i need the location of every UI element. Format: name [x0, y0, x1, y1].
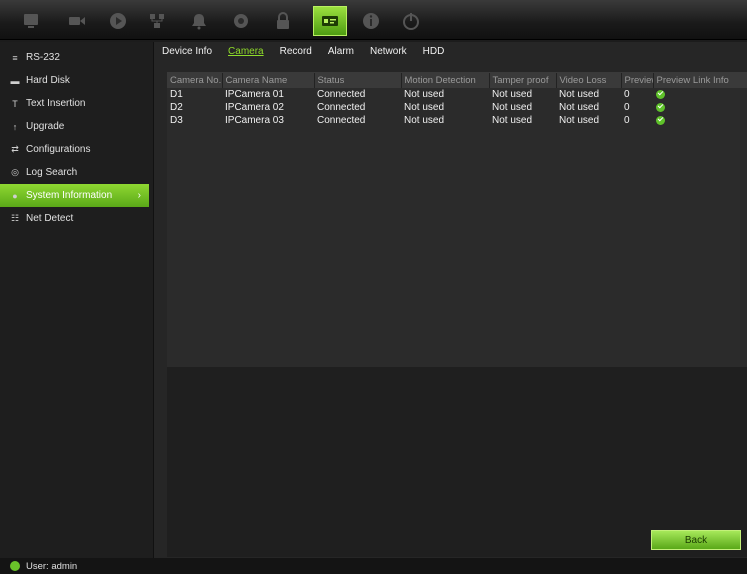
table-empty-area [167, 367, 747, 557]
text-insertion-icon: T [12, 98, 18, 109]
check-ok-icon[interactable] [656, 102, 665, 112]
info-icon[interactable] [356, 8, 386, 34]
cell-motion-detection: Not used [404, 115, 445, 126]
sidebar-item-net-detect[interactable]: ☷ Net Detect [0, 207, 153, 230]
cell-video-loss: Not used [559, 89, 600, 100]
sidebar-item-upgrade[interactable]: ↑ Upgrade [0, 115, 153, 138]
main-panel: Device Info Camera Record Alarm Network … [153, 42, 747, 558]
cell-motion-detection: Not used [404, 89, 445, 100]
tab-device-info[interactable]: Device Info [154, 42, 220, 62]
sidebar-item-label: Configurations [26, 144, 91, 155]
table-row[interactable]: D3 IPCamera 03 Connected Not used Not us… [167, 114, 747, 127]
cell-camera-no: D3 [170, 115, 183, 126]
device-management-icon[interactable] [313, 6, 347, 36]
back-button[interactable]: Back [651, 530, 741, 550]
log-search-icon: ◎ [11, 167, 19, 177]
sidebar-item-text-insertion[interactable]: T Text Insertion [0, 92, 153, 115]
user-status-icon [10, 561, 20, 571]
column-header[interactable]: Camera Name [222, 73, 315, 88]
cell-preview: 0 [624, 89, 630, 100]
tab-network[interactable]: Network [362, 42, 415, 62]
cell-status: Connected [317, 89, 366, 100]
table-row[interactable]: D2 IPCamera 02 Connected Not used Not us… [167, 101, 747, 114]
camera-info-table: Camera No. Camera Name Status Motion Det… [167, 72, 747, 367]
recording-icon[interactable] [226, 8, 256, 34]
camera-icon[interactable] [62, 8, 92, 34]
cell-camera-no: D1 [170, 89, 183, 100]
cell-camera-name: IPCamera 01 [225, 89, 284, 100]
cell-status: Connected [317, 115, 366, 126]
sidebar-item-label: RS-232 [26, 52, 60, 63]
column-header[interactable]: Preview [621, 73, 654, 88]
cell-preview: 0 [624, 115, 630, 126]
sidebar-item-configurations[interactable]: ⇄ Configurations [0, 138, 153, 161]
cell-preview: 0 [624, 102, 630, 113]
sidebar-item-label: Text Insertion [26, 98, 86, 109]
tab-camera[interactable]: Camera [220, 42, 272, 62]
sidebar-item-label: Hard Disk [26, 75, 70, 86]
sidebar-item-hard-disk[interactable]: ▬ Hard Disk [0, 69, 153, 92]
check-ok-icon[interactable] [656, 115, 665, 125]
sidebar-item-label: Net Detect [26, 213, 74, 224]
cell-video-loss: Not used [559, 115, 600, 126]
tab-alarm[interactable]: Alarm [320, 42, 362, 62]
tab-hdd[interactable]: HDD [415, 42, 453, 62]
sidebar-item-label: Log Search [26, 167, 78, 178]
sidebar-item-label: System Information [26, 190, 113, 201]
serial-port-icon: ≡ [12, 52, 18, 63]
column-header[interactable]: Tamper proof [489, 73, 557, 88]
hard-disk-icon: ▬ [10, 75, 20, 86]
table-row[interactable]: D1 IPCamera 01 Connected Not used Not us… [167, 88, 747, 101]
chevron-right-icon: › [137, 190, 141, 201]
cell-camera-name: IPCamera 02 [225, 102, 284, 113]
column-header[interactable]: Status [314, 73, 402, 88]
power-icon[interactable] [396, 8, 426, 34]
upgrade-icon: ↑ [12, 121, 18, 132]
tab-bar: Device Info Camera Record Alarm Network … [154, 42, 747, 62]
configurations-icon: ⇄ [11, 144, 19, 154]
column-header[interactable]: Video Loss [556, 73, 622, 88]
monitor-icon[interactable] [16, 8, 46, 34]
column-header[interactable]: Camera No. [167, 73, 223, 88]
cell-tamper-proof: Not used [492, 89, 533, 100]
cell-camera-name: IPCamera 03 [225, 115, 284, 126]
alarm-icon[interactable] [184, 8, 214, 34]
tab-record[interactable]: Record [272, 42, 320, 62]
cell-tamper-proof: Not used [492, 115, 533, 126]
sidebar-item-log-search[interactable]: ◎ Log Search [0, 161, 153, 184]
sidebar-item-system-information[interactable]: ● System Information › [0, 184, 149, 207]
cell-camera-no: D2 [170, 102, 183, 113]
cell-video-loss: Not used [559, 102, 600, 113]
column-header[interactable]: Motion Detection [401, 73, 490, 88]
user-lock-icon[interactable] [268, 8, 298, 34]
main-toolbar [0, 0, 747, 40]
sidebar-item-rs232[interactable]: ≡ RS-232 [0, 46, 153, 69]
playback-icon[interactable] [103, 8, 133, 34]
net-detect-icon: ☷ [10, 213, 20, 223]
cell-motion-detection: Not used [404, 102, 445, 113]
network-icon[interactable] [142, 8, 172, 34]
current-user-label: User: admin [26, 560, 78, 572]
column-header[interactable]: Preview Link Info [653, 73, 747, 88]
cell-status: Connected [317, 102, 366, 113]
check-ok-icon[interactable] [656, 89, 665, 99]
table-header-row: Camera No. Camera Name Status Motion Det… [167, 73, 747, 88]
status-bar: User: admin [0, 558, 747, 574]
cell-tamper-proof: Not used [492, 102, 533, 113]
sidebar-item-label: Upgrade [26, 121, 65, 132]
system-info-icon: ● [12, 190, 18, 201]
sidebar: ≡ RS-232 ▬ Hard Disk T Text Insertion ↑ … [0, 42, 153, 558]
